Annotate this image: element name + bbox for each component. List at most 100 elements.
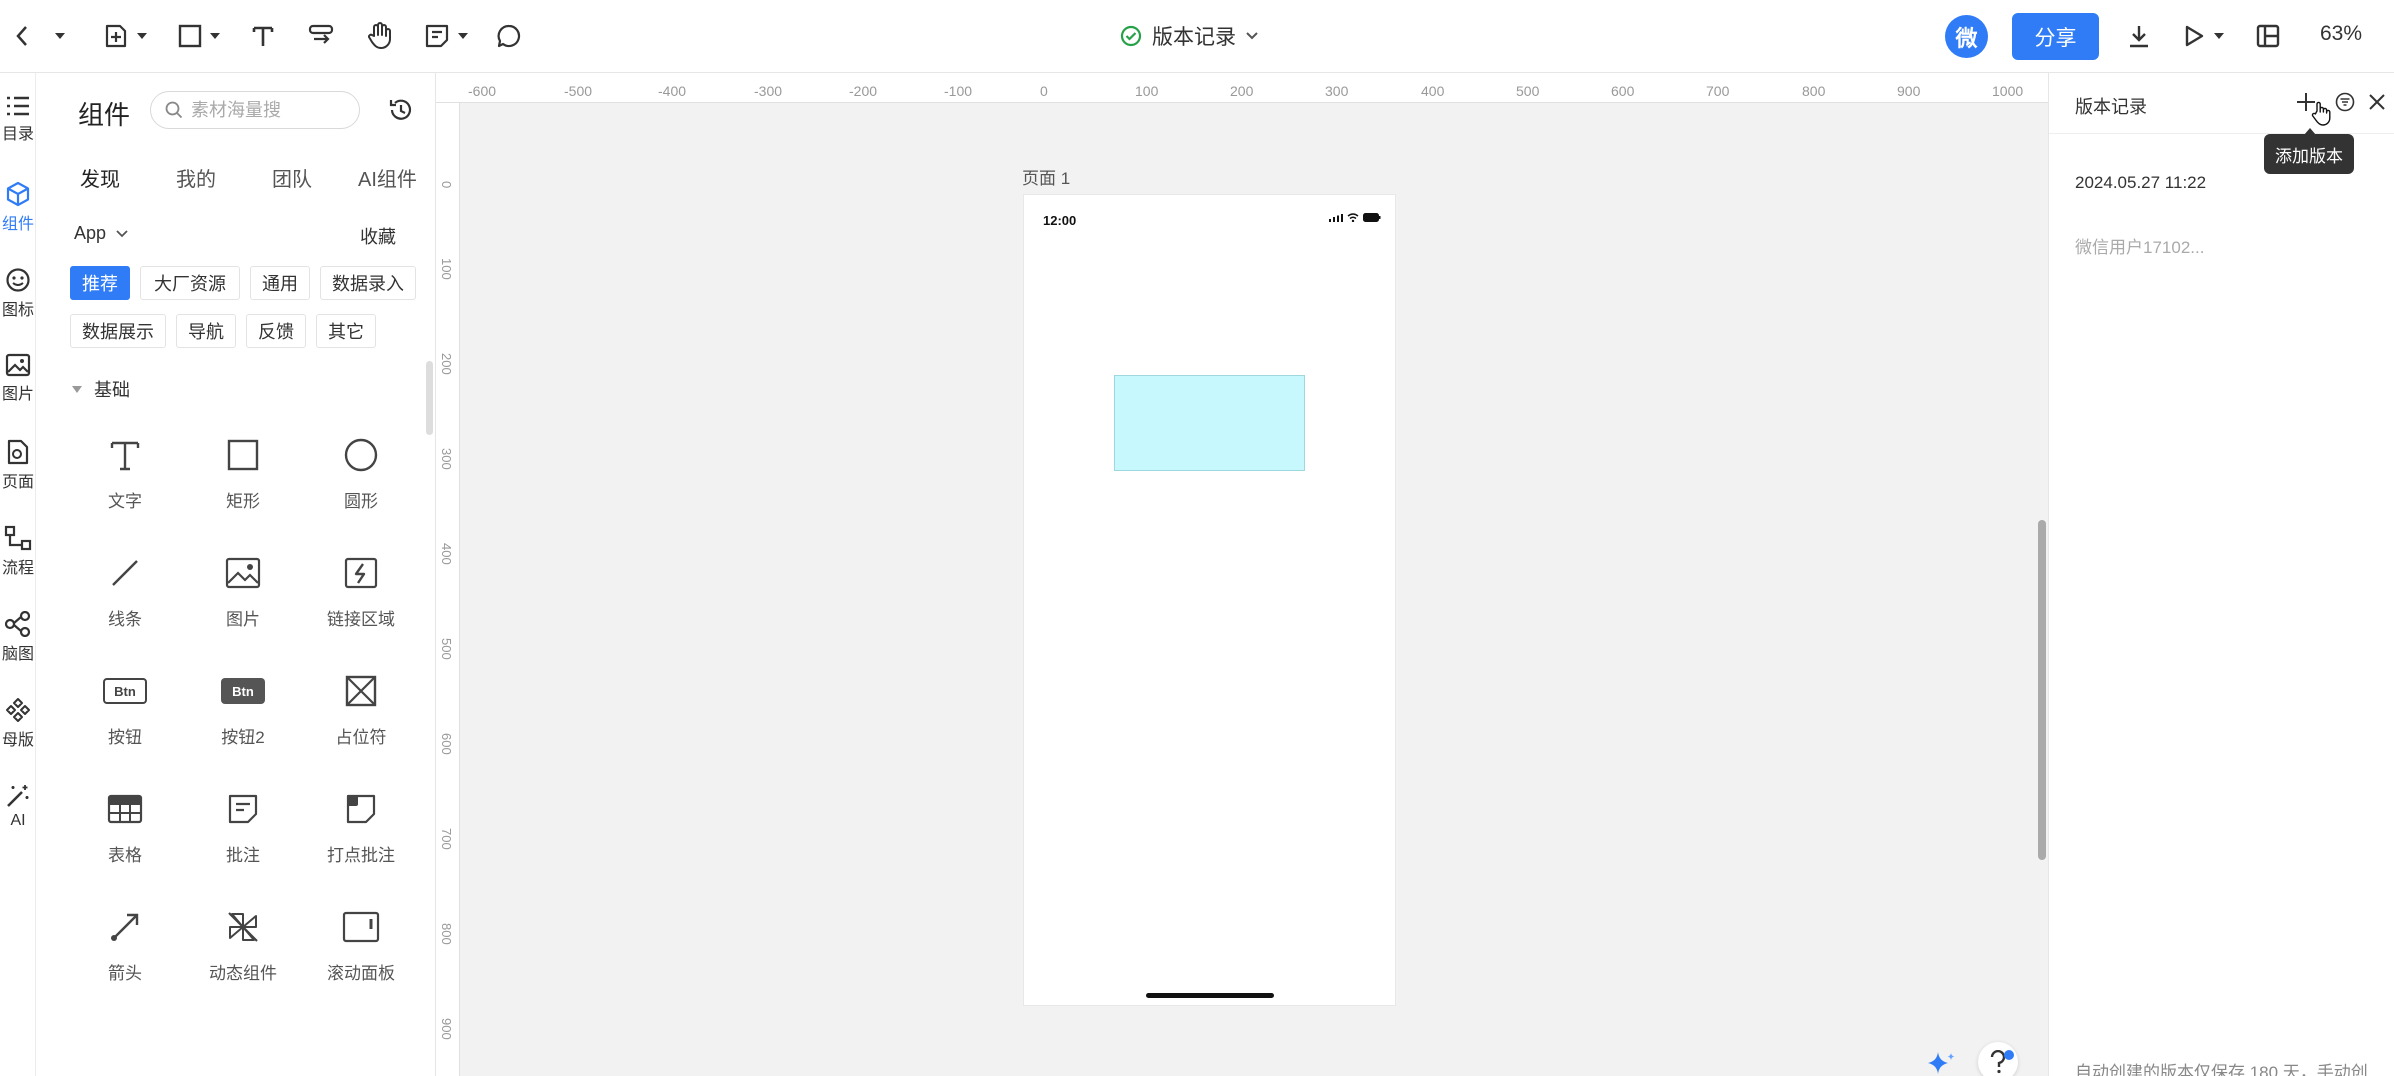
ruler-label: -200 — [849, 83, 878, 99]
nav-item-pages[interactable]: 页面 — [0, 439, 36, 492]
version-history-title[interactable]: 版本记录 — [1120, 18, 1258, 54]
filter-icon[interactable] — [2331, 88, 2359, 116]
phone-frame[interactable]: 12:00 — [1023, 194, 1396, 1006]
component-link-area[interactable]: 链接区域 — [306, 551, 416, 630]
version-panel-title: 版本记录 — [2075, 97, 2147, 117]
component-label: 链接区域 — [327, 610, 395, 629]
chevron-down-icon — [137, 33, 147, 39]
nav-item-master[interactable]: 母版 — [0, 697, 36, 750]
nav-item-icons[interactable]: 图标 — [0, 267, 36, 320]
section-basic[interactable]: 基础 — [72, 376, 130, 402]
download-icon[interactable] — [2124, 14, 2154, 58]
layout-panel-icon[interactable] — [2252, 14, 2284, 58]
nav-item-images[interactable]: 图片 — [0, 353, 36, 404]
ruler-label: 1000 — [1992, 83, 2024, 99]
ruler-label: 800 — [439, 923, 454, 945]
component-button2[interactable]: Btn 按钮2 — [188, 669, 298, 748]
component-image[interactable]: 图片 — [188, 551, 298, 630]
panel-title: 组件 — [78, 100, 131, 130]
component-panel: 组件 发现 我的 团队 AI组件 App 收藏 推荐 大厂资源 通用 数据录入 … — [36, 73, 436, 1076]
component-button[interactable]: Btn 按钮 — [70, 669, 180, 748]
ruler-label: 100 — [439, 258, 454, 280]
arrow-icon — [103, 905, 147, 949]
chip-general[interactable]: 通用 — [250, 266, 310, 300]
component-text[interactable]: 文字 — [70, 433, 180, 512]
version-entry-date[interactable]: 2024.05.27 11:22 — [2075, 173, 2206, 193]
flow-icon — [4, 525, 32, 551]
chip-feedback[interactable]: 反馈 — [246, 314, 306, 348]
chevron-down-icon — [210, 33, 220, 39]
favorites-link[interactable]: 收藏 — [360, 223, 396, 249]
comment-tool-icon[interactable] — [494, 14, 524, 58]
note-tool-button[interactable] — [418, 14, 474, 58]
menu-caret-icon[interactable] — [52, 14, 68, 58]
ruler-label: 700 — [1706, 83, 1730, 99]
close-icon[interactable] — [2363, 88, 2391, 116]
chip-navigation[interactable]: 导航 — [176, 314, 236, 348]
tab-discover[interactable]: 发现 — [80, 163, 120, 192]
back-icon[interactable] — [8, 14, 36, 58]
component-pin-note[interactable]: 打点批注 — [306, 787, 416, 866]
component-placeholder[interactable]: 占位符 — [306, 669, 416, 748]
ruler-label: -400 — [658, 83, 687, 99]
component-table[interactable]: 表格 — [70, 787, 180, 866]
avatar[interactable]: 微 — [1945, 15, 1988, 58]
ai-sparkle-icon[interactable] — [1924, 1050, 1958, 1076]
ruler-label: 300 — [1325, 83, 1349, 99]
share-button[interactable]: 分享 — [2012, 13, 2099, 60]
cursor-pointer-icon — [2311, 101, 2331, 127]
component-note[interactable]: 批注 — [188, 787, 298, 866]
preview-button[interactable] — [2178, 14, 2230, 58]
component-dynamic[interactable]: 动态组件 — [188, 905, 298, 984]
component-line[interactable]: 线条 — [70, 551, 180, 630]
chevron-down-icon — [116, 229, 128, 238]
nav-item-flow[interactable]: 流程 — [0, 525, 36, 578]
component-scroll-panel[interactable]: 滚动面板 — [306, 905, 416, 984]
tab-ai-components[interactable]: AI组件 — [358, 163, 417, 192]
version-entry-user: 微信用户17102... — [2075, 238, 2205, 257]
note-tool-icon — [424, 23, 450, 49]
component-label: 占位符 — [335, 728, 387, 747]
button-filled-icon-text: Btn — [221, 678, 265, 704]
nav-item-components[interactable]: 组件 — [0, 181, 36, 234]
component-rectangle[interactable]: 矩形 — [188, 433, 298, 512]
version-panel: 版本记录 2024.05.27 11:22 微信用户17102... 自动创建的… — [2048, 73, 2394, 1076]
history-icon[interactable] — [388, 97, 414, 123]
component-circle[interactable]: 圆形 — [306, 433, 416, 512]
component-arrow[interactable]: 箭头 — [70, 905, 180, 984]
magic-wand-icon — [5, 783, 31, 809]
component-label: 圆形 — [344, 492, 378, 511]
connector-tool-icon[interactable] — [305, 14, 337, 58]
nav-item-ai[interactable]: AI — [0, 783, 36, 830]
ruler-label: 600 — [1611, 83, 1635, 99]
canvas-scrollbar[interactable] — [2038, 520, 2046, 860]
chip-data-display[interactable]: 数据展示 — [70, 314, 166, 348]
doc-title-text: 版本记录 — [1152, 26, 1236, 49]
chip-recommended[interactable]: 推荐 — [70, 266, 130, 300]
chip-other[interactable]: 其它 — [316, 314, 376, 348]
text-tool-icon[interactable] — [248, 14, 278, 58]
chip-big-company[interactable]: 大厂资源 — [140, 266, 240, 300]
search-input[interactable] — [191, 99, 341, 121]
hand-tool-icon[interactable] — [364, 14, 396, 58]
zoom-level[interactable]: 63% — [2320, 22, 2362, 46]
panel-scrollbar[interactable] — [426, 361, 433, 435]
tab-mine[interactable]: 我的 — [176, 163, 216, 192]
platform-select[interactable]: App — [74, 223, 128, 244]
nav-label: AI — [10, 812, 26, 829]
nav-item-mindmap[interactable]: 脑图 — [0, 611, 36, 664]
rectangle-tool-button[interactable] — [172, 14, 226, 58]
collapse-triangle-icon — [72, 385, 82, 393]
nav-label: 组件 — [1, 216, 34, 233]
add-page-button[interactable] — [96, 14, 154, 58]
search-box[interactable] — [150, 91, 360, 129]
canvas-rectangle-shape[interactable] — [1114, 375, 1305, 471]
button-icon-text: Btn — [103, 678, 147, 704]
tab-team[interactable]: 团队 — [272, 163, 312, 192]
chip-data-entry[interactable]: 数据录入 — [320, 266, 416, 300]
ruler-label: 200 — [439, 353, 454, 375]
text-icon — [103, 433, 147, 477]
nav-item-outline[interactable]: 目录 — [0, 95, 36, 144]
play-icon — [2184, 24, 2204, 48]
page-label[interactable]: 页面 1 — [1022, 164, 1070, 189]
